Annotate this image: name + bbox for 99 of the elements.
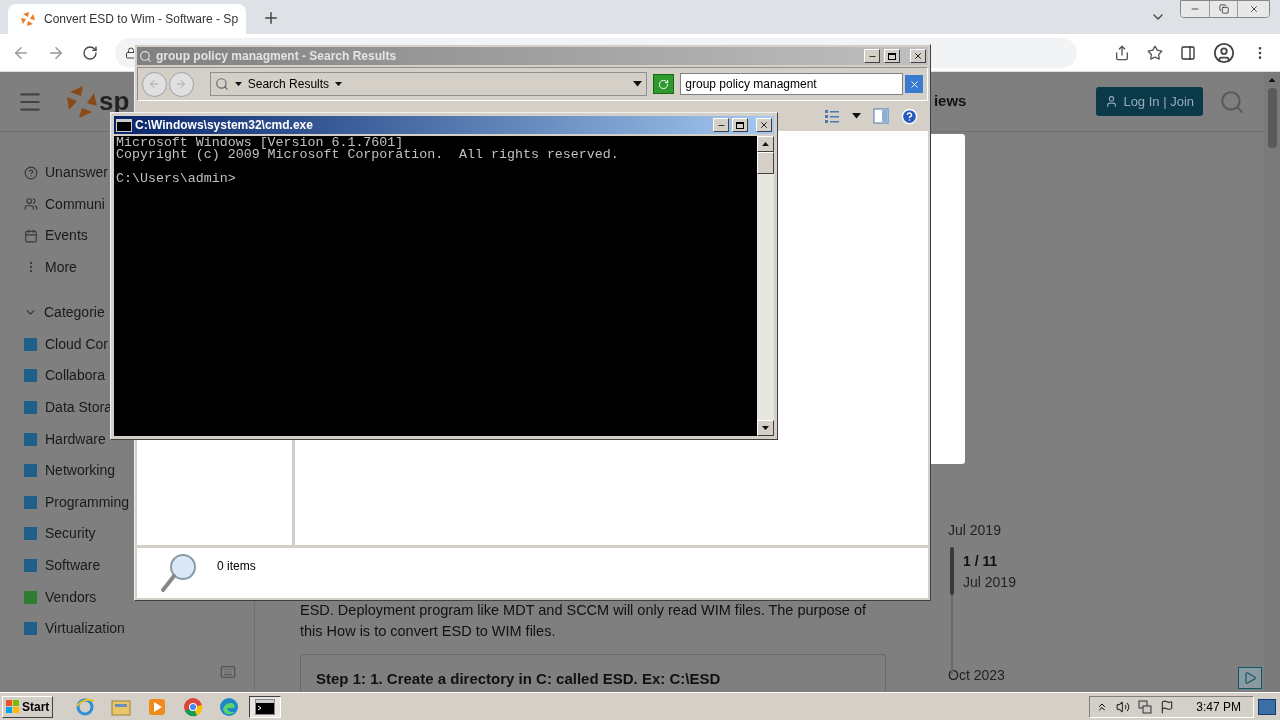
scroll-up-icon xyxy=(1268,77,1276,83)
category-item[interactable]: Virtualization xyxy=(24,612,125,645)
edge-icon xyxy=(219,696,240,717)
new-tab-icon[interactable] xyxy=(262,9,280,27)
category-item[interactable]: Vendors xyxy=(24,581,97,613)
caret-icon xyxy=(633,81,643,87)
sidebar-item[interactable]: Communi xyxy=(24,188,105,220)
refresh-button[interactable] xyxy=(653,74,675,94)
maximize-icon xyxy=(736,121,744,129)
nav-link[interactable]: iews xyxy=(933,90,967,113)
breadcrumb[interactable]: Search Results xyxy=(247,75,330,93)
user-icon xyxy=(1105,95,1119,108)
step-heading: Step 1: 1. Create a directory in C: called ESD. Ex: C:\ESD xyxy=(316,670,721,687)
globe-icon xyxy=(75,696,96,717)
view-list-icon[interactable] xyxy=(824,108,840,124)
minimize-button[interactable] xyxy=(713,118,729,132)
timeline-start: Jul 2019 xyxy=(948,521,1002,540)
scroll-down-icon xyxy=(762,425,769,431)
category-item[interactable]: Software xyxy=(24,549,101,582)
calendar-icon xyxy=(24,228,38,243)
category-item[interactable]: Security xyxy=(24,518,96,550)
maximize-icon xyxy=(888,52,896,60)
share-icon[interactable] xyxy=(1114,44,1130,61)
console-line: Copyright (c) 2009 Microsoft Corporation. All rights reserved. xyxy=(116,149,620,161)
caret-icon xyxy=(335,81,343,87)
close-icon xyxy=(913,51,923,61)
reload-icon[interactable] xyxy=(82,44,98,61)
timeline-position: 1 / 11 xyxy=(963,552,999,571)
folder-icon xyxy=(111,697,132,716)
sidebar-item[interactable]: Events xyxy=(24,220,88,252)
magnifier-icon xyxy=(159,552,199,594)
console-line: Microsoft Windows [Version 6.1.7601] xyxy=(116,137,404,149)
media-player-icon xyxy=(148,697,167,716)
start-button[interactable]: Start xyxy=(2,695,54,718)
forward-icon xyxy=(175,78,188,90)
close-icon xyxy=(1248,4,1259,14)
speaker-icon[interactable] xyxy=(1116,699,1131,714)
category-item[interactable]: Networking xyxy=(24,454,116,487)
scrollbar[interactable] xyxy=(1264,72,1280,692)
logo-icon xyxy=(20,11,36,27)
bookmark-star-icon[interactable] xyxy=(1147,44,1163,61)
preview-pane-icon[interactable] xyxy=(873,108,889,124)
search-icon xyxy=(139,49,152,63)
scroll-thumb[interactable] xyxy=(1267,88,1277,148)
maximize-button[interactable] xyxy=(732,118,748,132)
flag-icon[interactable] xyxy=(1160,699,1175,714)
logo-icon xyxy=(65,83,99,120)
browser-tab[interactable]: Convert ESD to Wim - Software - Sp xyxy=(8,4,246,34)
close-icon xyxy=(908,78,920,90)
timeline-end: Oct 2023 xyxy=(948,666,1005,685)
maximize-button[interactable] xyxy=(884,49,900,63)
console-icon xyxy=(255,698,276,715)
clock[interactable]: 3:47 PM xyxy=(1196,697,1241,716)
people-icon xyxy=(24,197,38,212)
windows-logo-icon xyxy=(6,699,20,714)
side-panel-icon[interactable] xyxy=(1180,44,1196,61)
item-count: 0 items xyxy=(217,558,256,575)
help-icon[interactable] xyxy=(901,107,918,125)
sidebar-item[interactable]: Unanswer xyxy=(24,157,109,189)
scroll-up-icon xyxy=(762,141,769,147)
categories-heading[interactable]: Categorie xyxy=(24,297,105,329)
console-prompt: C:\Users\admin> xyxy=(116,173,237,185)
profile-icon[interactable] xyxy=(1213,41,1235,64)
caret-icon xyxy=(234,81,242,87)
back-icon xyxy=(148,78,161,90)
console-icon xyxy=(116,118,132,132)
restore-icon xyxy=(1218,4,1229,14)
tab-title: Convert ESD to Wim - Software - Sp xyxy=(44,11,239,28)
clear-search-button[interactable] xyxy=(905,75,923,93)
category-item[interactable]: Cloud Cor xyxy=(24,328,109,361)
play-icon xyxy=(1243,671,1257,685)
search-icon xyxy=(214,77,229,91)
login-button[interactable]: Log In | Join xyxy=(1096,87,1203,116)
category-item[interactable]: Hardware xyxy=(24,423,106,455)
refresh-icon xyxy=(658,78,670,90)
close-icon xyxy=(759,120,769,130)
caret-icon xyxy=(852,113,861,119)
lock-icon xyxy=(125,46,137,59)
timeline-handle[interactable] xyxy=(950,547,954,595)
window-title: group policy managment - Search Results xyxy=(156,48,397,65)
address-field[interactable]: Search Results xyxy=(209,72,648,96)
window-title: C:\Windows\system32\cmd.exe xyxy=(135,117,313,134)
minimize-button[interactable] xyxy=(864,49,880,63)
restore-button[interactable] xyxy=(1209,1,1237,17)
timeline-date: Jul 2019 xyxy=(963,573,1016,592)
scrollbar[interactable] xyxy=(757,136,774,436)
network-icon[interactable] xyxy=(1138,699,1153,714)
sidebar-item[interactable]: More xyxy=(24,251,77,283)
chrome-icon xyxy=(183,696,204,717)
category-item[interactable]: Collabora xyxy=(24,360,105,392)
ad-choices-button[interactable] xyxy=(1238,667,1262,689)
taskbar-app[interactable] xyxy=(249,695,282,718)
logo-text: sp xyxy=(99,85,130,118)
question-icon xyxy=(24,165,38,180)
article-text: ESD. Deployment program like MDT and SCCM will only read WIM files. The purpose of this How is to convert ESD to WIM files. xyxy=(300,601,867,641)
show-desktop-button[interactable] xyxy=(1258,698,1276,715)
search-field[interactable]: group policy managment xyxy=(680,73,904,95)
scroll-thumb[interactable] xyxy=(757,152,774,174)
category-item[interactable]: Programming xyxy=(24,486,130,519)
